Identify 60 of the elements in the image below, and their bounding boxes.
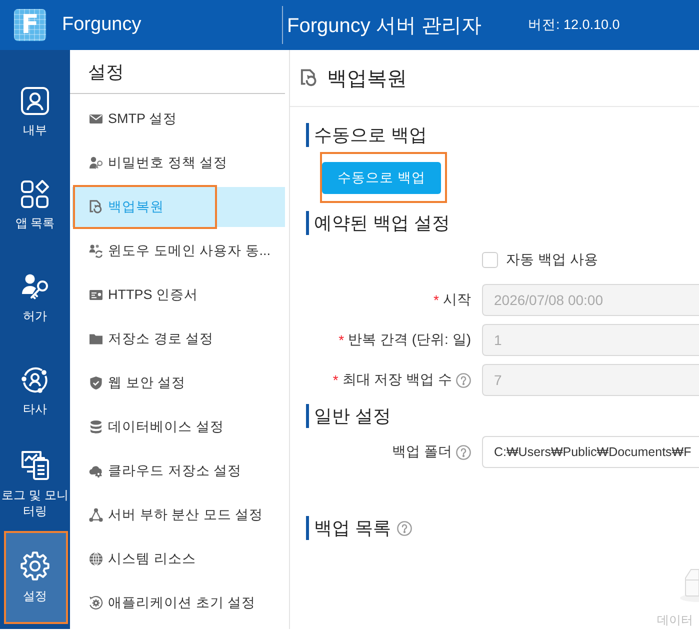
settings-menu-item[interactable]: 데이터베이스 설정: [72, 407, 285, 447]
settings-menu-item[interactable]: 웹 보안 설정: [72, 363, 285, 403]
certificate-icon: [89, 288, 103, 302]
settings-menu-item[interactable]: 윈도우 도메인 사용자 동...: [72, 231, 285, 271]
page-title: 백업복원: [327, 66, 407, 92]
gear-circle-icon: [89, 596, 103, 610]
network-nodes-icon: [89, 508, 103, 522]
settings-menu-item[interactable]: 클라우드 저장소 설정: [72, 451, 285, 491]
heading-accent-bar: [306, 123, 309, 147]
shield-check-icon: [89, 376, 103, 390]
envelope-icon: [89, 112, 103, 126]
settings-menu-item[interactable]: 비밀번호 정책 설정: [72, 143, 285, 183]
folder-icon: [89, 332, 103, 346]
app-title: Forguncy 서버 관리자: [287, 14, 482, 38]
user-key-icon: [89, 156, 103, 170]
section-heading: 예약된 백업 설정: [314, 212, 450, 235]
document-refresh-icon: [89, 200, 103, 214]
heading-accent-bar: [306, 211, 309, 235]
version-label: 버전: 12.0.10.0: [528, 16, 620, 34]
gear-icon: [20, 551, 50, 581]
settings-menu-item[interactable]: 애플리케이션 초기 설정: [72, 583, 285, 623]
heading-accent-bar: [306, 404, 309, 428]
database-icon: [89, 420, 103, 434]
settings-menu-item[interactable]: HTTPS 인증서: [72, 275, 285, 315]
person-orbit-icon: [21, 366, 49, 394]
input-field[interactable]: C:₩Users₩Public₩Documents₩F: [482, 436, 699, 468]
monitor-chart-icon: [20, 450, 50, 480]
field-label: 반복 간격 (단위: 일): [348, 331, 471, 349]
settings-menu-item[interactable]: 서버 부하 분산 모드 설정: [72, 495, 285, 535]
nav-item[interactable]: 내부: [0, 66, 70, 159]
person-key-icon: [21, 273, 49, 301]
nav-item[interactable]: 타사: [0, 345, 70, 438]
person-icon: [21, 87, 49, 115]
settings-menu-item[interactable]: 저장소 경로 설정: [72, 319, 285, 359]
app-logo: F: [14, 9, 46, 41]
checkbox-label: 자동 백업 사용: [506, 251, 598, 269]
settings-menu-item[interactable]: SMTP 설정: [72, 99, 285, 139]
brand-name: Forguncy: [62, 14, 142, 36]
panel-title: 설정: [88, 60, 124, 84]
empty-text: 데이터: [657, 612, 693, 629]
nav-item[interactable]: 허가: [0, 252, 70, 345]
checkbox[interactable]: [482, 252, 498, 268]
section-heading: 일반 설정: [314, 405, 392, 428]
field-label: 시작: [443, 291, 471, 309]
settings-menu-item[interactable]: 시스템 리소스: [72, 539, 285, 579]
field-label: 백업 폴더: [392, 443, 452, 461]
user-sync-icon: [89, 244, 103, 258]
section-heading: 수동으로 백업: [314, 124, 428, 147]
globe-icon: [89, 552, 103, 566]
document-refresh-icon: [300, 69, 318, 87]
section-heading: 백업 목록: [314, 517, 392, 540]
field-label: 최대 저장 백업 수: [342, 371, 452, 389]
apps-grid-icon: [21, 180, 49, 208]
nav-item[interactable]: 앱 목록: [0, 159, 70, 252]
nav-item[interactable]: 로그 및 모니터링: [0, 438, 70, 531]
required-mark: *: [338, 332, 344, 348]
required-mark: *: [434, 292, 439, 308]
cloud-gear-icon: [89, 464, 103, 478]
heading-accent-bar: [306, 516, 309, 540]
required-mark: *: [332, 372, 338, 388]
